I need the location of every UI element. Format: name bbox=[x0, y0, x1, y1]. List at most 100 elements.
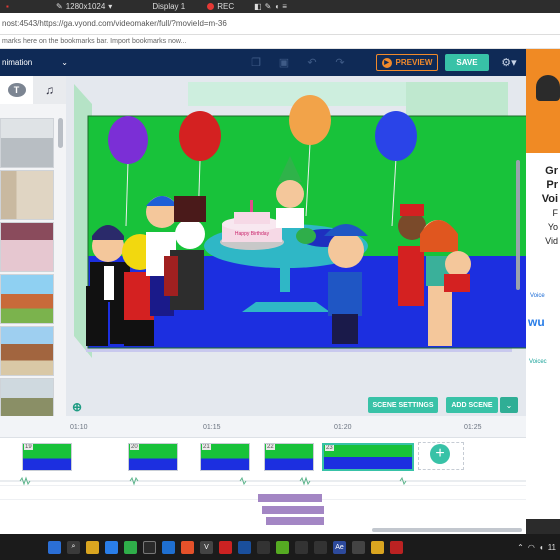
scene-settings-button[interactable]: SCENE SETTINGS bbox=[368, 397, 438, 413]
windows-start-icon[interactable] bbox=[48, 540, 61, 554]
recorder-display[interactable]: Display 1 bbox=[146, 0, 191, 13]
paste-icon[interactable]: ▣ bbox=[270, 49, 298, 76]
background-thumbnail[interactable] bbox=[0, 326, 54, 376]
steam-icon[interactable] bbox=[238, 540, 251, 554]
timeline: 01:10 01:15 01:20 01:25 19 20 21 22 23 + bbox=[0, 416, 526, 534]
headset-person-icon bbox=[536, 75, 560, 101]
scene-thumbnail[interactable]: 19 bbox=[22, 443, 72, 471]
ad-logo-voicec[interactable]: Voicec bbox=[529, 359, 547, 365]
ad-logo-wu[interactable]: wu bbox=[528, 315, 545, 329]
asset-scrollbar[interactable] bbox=[58, 118, 63, 148]
recorder-bar: ▪ ✎ 1280x1024 ▾ Display 1 REC ◧ ✎ ◖ ≡ bbox=[0, 0, 560, 13]
timeline-scrollbar[interactable] bbox=[372, 528, 522, 532]
character-tribal-kid bbox=[398, 204, 426, 306]
scene-thumbnail[interactable]: 21 bbox=[200, 443, 250, 471]
recorder-resolution[interactable]: ✎ 1280x1024 ▾ bbox=[50, 0, 118, 13]
bookmarks-bar: marks here on the bookmarks bar. Import … bbox=[0, 35, 560, 49]
background-thumbnail[interactable] bbox=[0, 274, 54, 324]
camera-icon: ◧ bbox=[254, 2, 262, 11]
cake-text: Happy Birthday bbox=[235, 231, 270, 237]
app-icon[interactable] bbox=[390, 540, 403, 554]
audio-clip[interactable] bbox=[262, 506, 324, 514]
app-icon[interactable] bbox=[352, 540, 365, 554]
browser-icon[interactable] bbox=[162, 540, 175, 554]
timeline-ruler[interactable]: 01:10 01:15 01:20 01:25 bbox=[0, 416, 526, 438]
ad-headline[interactable]: Gr Pr Voi F Yo Vid bbox=[526, 164, 560, 248]
mail-icon[interactable] bbox=[105, 540, 118, 554]
scene-thumbnail[interactable]: 22 bbox=[264, 443, 314, 471]
app-icon[interactable] bbox=[143, 540, 156, 554]
folder-icon[interactable] bbox=[86, 540, 99, 554]
music-note-icon: ♫ bbox=[45, 83, 54, 97]
app-icon[interactable] bbox=[257, 540, 270, 554]
app-header: nimation ⌄ ❐ ▣ ↶ ↷ ▶ PREVIEW SAVE ⚙▾ bbox=[0, 49, 526, 76]
app-icon[interactable]: V bbox=[200, 540, 213, 554]
redo-icon[interactable]: ↷ bbox=[326, 49, 354, 76]
stage-scrollbar[interactable] bbox=[516, 160, 520, 290]
scene-thumbnail[interactable]: 20 bbox=[128, 443, 178, 471]
recorder-tools[interactable]: ◧ ✎ ◖ ≡ bbox=[248, 0, 293, 13]
record-button[interactable]: REC bbox=[201, 0, 240, 13]
undo-icon[interactable]: ↶ bbox=[298, 49, 326, 76]
chrome-icon[interactable] bbox=[124, 540, 137, 554]
app-icon[interactable] bbox=[219, 540, 232, 554]
project-title-dropdown[interactable]: nimation ⌄ bbox=[0, 58, 68, 67]
tab-audio[interactable]: ♫ bbox=[33, 76, 66, 104]
table-base bbox=[242, 302, 330, 312]
preview-button[interactable]: ▶ PREVIEW bbox=[376, 54, 438, 71]
character-man-glasses bbox=[86, 225, 130, 346]
chevron-down-icon[interactable]: ⌄ bbox=[500, 397, 518, 413]
ad-panel: Gr Pr Voi F Yo Vid Voice wu Voicec bbox=[526, 49, 560, 519]
text-bubble-icon: T bbox=[7, 83, 26, 97]
project-title: nimation bbox=[2, 58, 33, 67]
background-thumbnail[interactable] bbox=[0, 170, 54, 220]
audio-track[interactable] bbox=[0, 474, 526, 486]
system-tray: ⌃ ◠ ◖ 11 bbox=[517, 534, 556, 560]
tab-text[interactable]: T bbox=[0, 76, 33, 104]
chevron-up-icon[interactable]: ⌃ bbox=[517, 543, 524, 552]
play-icon: ▶ bbox=[381, 57, 392, 68]
settings-gear-icon[interactable]: ⚙▾ bbox=[497, 54, 521, 71]
scene-thumbnail-selected[interactable]: 23 bbox=[322, 443, 414, 471]
chevron-down-icon: ▾ bbox=[108, 2, 113, 11]
table-leg bbox=[280, 262, 290, 292]
stage-canvas[interactable]: Happy Birthday bbox=[66, 76, 526, 416]
chevron-down-icon: ⌄ bbox=[61, 58, 68, 67]
ad-banner-image bbox=[526, 49, 560, 153]
app-icon[interactable] bbox=[371, 540, 384, 554]
app-icon[interactable] bbox=[276, 540, 289, 554]
pen-icon: ✎ bbox=[264, 2, 272, 11]
recorder-logo: ▪ bbox=[6, 2, 9, 11]
background-thumbnail[interactable] bbox=[0, 222, 54, 272]
add-scene-button[interactable]: ADD SCENE bbox=[446, 397, 498, 413]
app-icon[interactable]: Ae bbox=[333, 540, 346, 554]
clock[interactable]: 11 bbox=[548, 543, 556, 552]
ad-logo-voices[interactable]: Voice bbox=[530, 293, 545, 299]
audio-clip[interactable] bbox=[266, 517, 324, 525]
asset-panel: T ♫ bbox=[0, 76, 66, 428]
app-icon[interactable] bbox=[295, 540, 308, 554]
menu-icon: ≡ bbox=[282, 2, 287, 11]
copy-icon[interactable]: ❐ bbox=[242, 49, 270, 76]
browser-address-bar[interactable]: nost:4543/https://ga.vyond.com/videomake… bbox=[0, 13, 560, 35]
speaker-icon[interactable]: ◖ bbox=[539, 543, 544, 552]
green-bowl bbox=[296, 228, 316, 244]
audio-clip[interactable] bbox=[258, 494, 322, 502]
background-thumbnails bbox=[0, 118, 56, 430]
time-tick: 01:25 bbox=[464, 424, 482, 431]
background-thumbnail[interactable] bbox=[0, 118, 54, 168]
asset-tabs: T ♫ bbox=[0, 76, 66, 104]
url-text: nost:4543/https://ga.vyond.com/videomake… bbox=[2, 19, 227, 28]
zoom-icon[interactable]: ⊕ bbox=[70, 400, 84, 414]
save-button[interactable]: SAVE bbox=[445, 54, 489, 71]
edit-tools: ❐ ▣ ↶ ↷ bbox=[242, 49, 354, 76]
bookmarks-hint: marks here on the bookmarks bar. Import … bbox=[2, 38, 187, 45]
wifi-icon[interactable]: ◠ bbox=[528, 543, 535, 552]
firefox-icon[interactable] bbox=[181, 540, 194, 554]
add-scene-plus-icon[interactable]: + bbox=[430, 444, 450, 464]
time-tick: 01:10 bbox=[70, 424, 88, 431]
waveform bbox=[0, 476, 526, 486]
app-icon[interactable] bbox=[314, 540, 327, 554]
search-icon[interactable]: ⌕ bbox=[67, 540, 80, 554]
pin-icon: ✎ bbox=[56, 2, 63, 11]
